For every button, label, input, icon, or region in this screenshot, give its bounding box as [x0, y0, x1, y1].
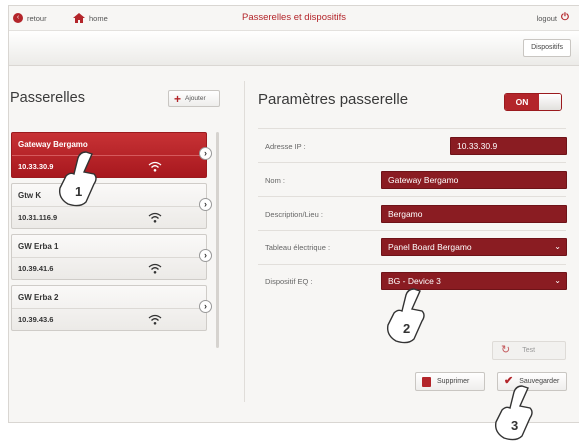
gateway-name: Gateway Bergamo — [18, 140, 88, 149]
row-divider — [258, 230, 566, 231]
row-divider — [258, 128, 566, 129]
gateway-name: Gtw K — [18, 191, 42, 200]
logout-label: logout — [536, 13, 557, 23]
chevron-right-icon[interactable]: › — [199, 147, 212, 160]
device-label: Dispositif EQ : — [265, 277, 313, 286]
back-label: retour — [27, 13, 47, 23]
home-label: home — [89, 13, 108, 23]
gateway-card[interactable]: Gtw K 10.31.116.9 › — [11, 183, 212, 229]
toggle-label: ON — [505, 94, 539, 110]
dispositifs-button[interactable]: Dispositifs — [523, 39, 571, 57]
top-bar: ‹ retour home Passerelles et dispositifs… — [9, 6, 579, 30]
settings-title: Paramètres passerelle — [258, 91, 409, 108]
ip-field[interactable]: 10.33.30.9 — [450, 137, 567, 155]
card-divider — [12, 206, 206, 207]
wifi-icon — [148, 212, 162, 223]
wifi-icon — [148, 161, 162, 172]
gateway-ip: 10.31.116.9 — [18, 213, 58, 222]
logout-link[interactable]: logout ⏻ — [537, 13, 571, 23]
column-divider — [244, 81, 245, 402]
chevron-right-icon[interactable]: › — [199, 249, 212, 262]
add-label: Ajouter — [185, 95, 206, 102]
add-gateway-button[interactable]: + Ajouter — [168, 90, 220, 107]
wifi-icon — [148, 314, 162, 325]
delete-button[interactable]: Supprimer — [415, 372, 485, 391]
ip-label: Adresse IP : — [265, 142, 306, 151]
card-divider — [12, 257, 206, 258]
gateway-card[interactable]: Gateway Bergamo 10.33.30.9 › — [11, 132, 212, 178]
back-link[interactable]: ‹ retour — [13, 13, 47, 23]
chevron-down-icon: ⌄ — [554, 242, 561, 251]
power-icon: ⏻ — [561, 12, 569, 23]
row-divider — [258, 162, 566, 163]
gateway-card[interactable]: GW Erba 2 10.39.43.6 › — [11, 285, 212, 331]
wifi-icon — [148, 263, 162, 274]
gateway-toggle[interactable]: ON — [504, 93, 562, 111]
back-arrow-icon: ‹ — [13, 13, 23, 23]
device-select[interactable]: BG - Device 3 ⌄ — [381, 272, 567, 290]
panel-select-value: Panel Board Bergamo — [388, 242, 472, 252]
gateway-name: GW Erba 1 — [18, 242, 59, 251]
sub-toolbar: Dispositifs — [9, 30, 579, 66]
name-field[interactable]: Gateway Bergamo — [381, 171, 567, 189]
chevron-down-icon: ⌄ — [554, 276, 561, 285]
gateway-name: GW Erba 2 — [18, 293, 59, 302]
panel-select[interactable]: Panel Board Bergamo ⌄ — [381, 238, 567, 256]
plus-icon: + — [174, 91, 182, 106]
name-label: Nom : — [265, 176, 286, 185]
gateways-title: Passerelles — [10, 90, 85, 106]
gateway-ip: 10.39.43.6 — [18, 315, 54, 324]
gateway-list: Gateway Bergamo 10.33.30.9 › Gtw K 10.31… — [11, 132, 212, 336]
gateway-card[interactable]: GW Erba 1 10.39.41.6 › — [11, 234, 212, 280]
delete-label: Supprimer — [437, 378, 470, 385]
chevron-right-icon[interactable]: › — [199, 300, 212, 313]
home-link[interactable]: home — [73, 13, 108, 23]
test-button[interactable]: ↻ Test — [492, 341, 566, 360]
row-divider — [258, 196, 566, 197]
device-select-value: BG - Device 3 — [388, 276, 441, 286]
gateway-ip: 10.33.30.9 — [18, 162, 54, 171]
list-scrollbar[interactable] — [216, 132, 219, 348]
trash-icon — [422, 376, 431, 387]
row-divider — [258, 264, 566, 265]
card-divider — [12, 155, 206, 156]
save-label: Sauvegarder — [519, 378, 560, 385]
description-label: Description/Lieu : — [265, 210, 323, 219]
checkmark-icon: ✔ — [504, 375, 514, 387]
description-field[interactable]: Bergamo — [381, 205, 567, 223]
save-button[interactable]: ✔ Sauvegarder — [497, 372, 567, 391]
gateway-ip: 10.39.41.6 — [18, 264, 54, 273]
test-label: Test — [522, 347, 536, 354]
panel-label: Tableau électrique : — [265, 243, 331, 252]
home-icon — [73, 13, 85, 23]
chevron-right-icon[interactable]: › — [199, 198, 212, 211]
refresh-icon: ↻ — [501, 344, 511, 356]
card-divider — [12, 308, 206, 309]
toggle-knob — [539, 94, 561, 110]
